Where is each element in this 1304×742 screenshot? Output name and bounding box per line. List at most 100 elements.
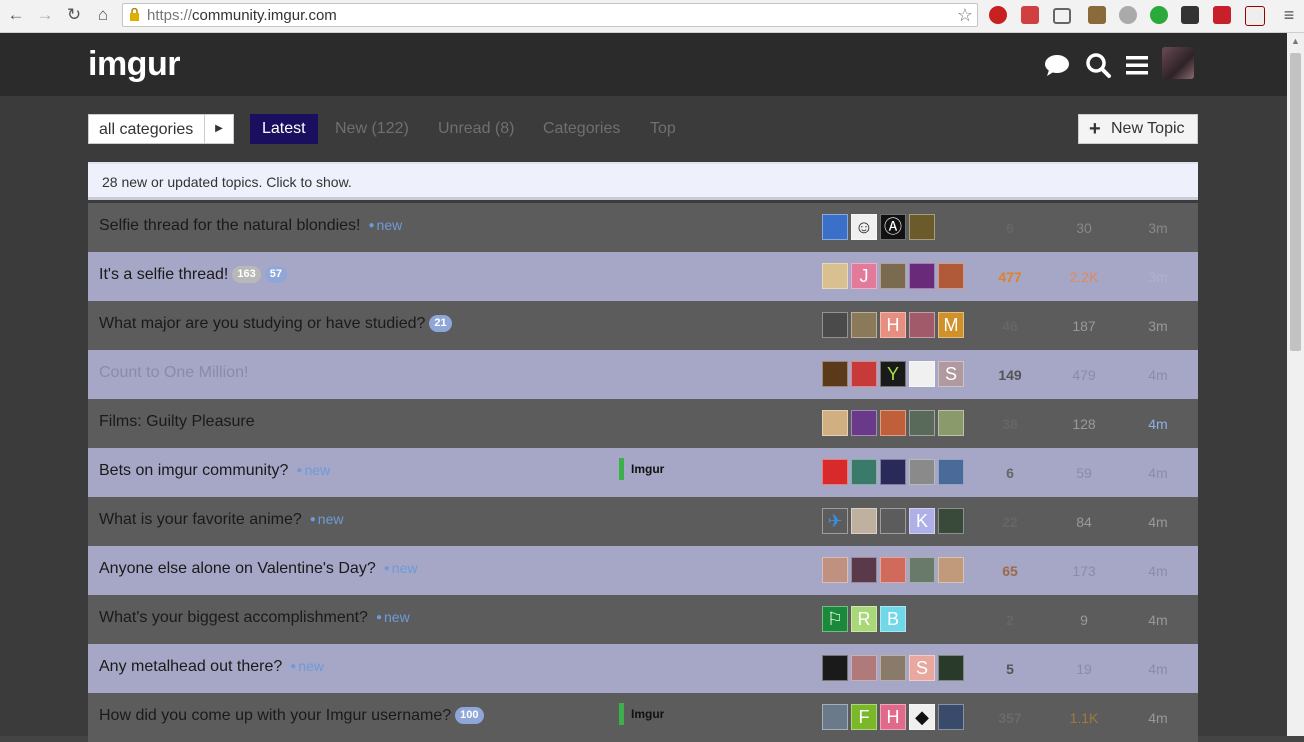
category-dropdown[interactable]: all categories ▶: [88, 114, 234, 144]
poster-avatar[interactable]: J: [851, 263, 877, 289]
scrollbar-thumb[interactable]: [1290, 53, 1301, 351]
poster-avatar[interactable]: H: [880, 312, 906, 338]
poster-avatar[interactable]: [909, 263, 935, 289]
activity-time[interactable]: 4m: [1126, 514, 1190, 530]
nav-latest[interactable]: Latest: [250, 114, 318, 144]
poster-avatar[interactable]: [851, 312, 877, 338]
topic-row[interactable]: It's a selfie thread! 163 57 J 477 2.2K 3m: [88, 252, 1198, 301]
poster-avatar[interactable]: [909, 361, 935, 387]
unread-posts-badge[interactable]: 163: [232, 266, 261, 283]
new-indicator[interactable]: ● new: [310, 511, 344, 527]
poster-avatar[interactable]: S: [938, 361, 964, 387]
poster-avatar[interactable]: [909, 459, 935, 485]
poster-avatar[interactable]: [822, 361, 848, 387]
poster-avatar[interactable]: Y: [880, 361, 906, 387]
topic-row[interactable]: What's your biggest accomplishment? ● new ⚐…: [88, 595, 1198, 644]
category-badge[interactable]: Imgur: [619, 703, 664, 725]
topic-row[interactable]: Count to One Million! Y S 149 479 4m: [88, 350, 1198, 399]
topic-row[interactable]: What is your favorite anime? ● new ✈ K 22 84 4m: [88, 497, 1198, 546]
new-posts-badge[interactable]: 100: [455, 707, 484, 724]
topic-title-link[interactable]: Selfie thread for the natural blondies!: [99, 217, 361, 234]
nav-top[interactable]: Top: [650, 114, 676, 144]
topic-row[interactable]: Any metalhead out there? ● new S 5 19 4m: [88, 644, 1198, 693]
poster-avatar[interactable]: [909, 214, 935, 240]
topic-row[interactable]: What major are you studying or have stud…: [88, 301, 1198, 350]
topic-title-link[interactable]: What is your favorite anime?: [99, 511, 302, 528]
poster-avatar[interactable]: [822, 557, 848, 583]
extension-icon[interactable]: [1150, 6, 1168, 24]
poster-avatar[interactable]: K: [909, 508, 935, 534]
poster-avatar[interactable]: [880, 508, 906, 534]
topic-title-link[interactable]: How did you come up with your Imgur user…: [99, 707, 451, 724]
chat-icon[interactable]: [1043, 51, 1071, 79]
new-topic-button[interactable]: + New Topic: [1078, 114, 1198, 144]
poster-avatar[interactable]: [880, 557, 906, 583]
topic-title-link[interactable]: Count to One Million!: [99, 364, 248, 381]
topic-row[interactable]: How did you come up with your Imgur user…: [88, 693, 1198, 742]
poster-avatar[interactable]: [822, 263, 848, 289]
topic-row[interactable]: Bets on imgur community? ● new Imgur 6 59 4m: [88, 448, 1198, 497]
extension-icon[interactable]: [1088, 6, 1106, 24]
topic-row[interactable]: Anyone else alone on Valentine's Day? ● ne…: [88, 546, 1198, 595]
topic-row[interactable]: Films: Guilty Pleasure 38 128 4m: [88, 399, 1198, 448]
chrome-menu-icon[interactable]: ≡: [1278, 4, 1300, 26]
poster-avatar[interactable]: [880, 655, 906, 681]
poster-avatar[interactable]: S: [909, 655, 935, 681]
nav-new[interactable]: New (122): [335, 114, 409, 144]
poster-avatar[interactable]: [851, 361, 877, 387]
poster-avatar[interactable]: Ⓐ: [880, 214, 906, 240]
activity-time[interactable]: 4m: [1126, 661, 1190, 677]
address-bar[interactable]: https://community.imgur.com ☆: [122, 3, 978, 27]
poster-avatar[interactable]: [851, 459, 877, 485]
activity-time[interactable]: 3m: [1126, 318, 1190, 334]
activity-time[interactable]: 4m: [1126, 416, 1190, 432]
home-icon[interactable]: ⌂: [92, 4, 114, 26]
caret-right-icon[interactable]: ▶: [204, 115, 233, 143]
poster-avatar[interactable]: [851, 410, 877, 436]
new-topics-banner[interactable]: 28 new or updated topics. Click to show.: [88, 162, 1198, 200]
poster-avatar[interactable]: [822, 312, 848, 338]
new-indicator[interactable]: ● new: [384, 560, 418, 576]
topic-row[interactable]: Selfie thread for the natural blondies! ●…: [88, 203, 1198, 252]
topic-title-link[interactable]: It's a selfie thread!: [99, 266, 228, 283]
topic-title-link[interactable]: Films: Guilty Pleasure: [99, 413, 255, 430]
poster-avatar[interactable]: [909, 410, 935, 436]
poster-avatar[interactable]: [909, 557, 935, 583]
poster-avatar[interactable]: ✈: [822, 508, 848, 534]
activity-time[interactable]: 4m: [1126, 612, 1190, 628]
adblock-extension-icon[interactable]: [989, 6, 1007, 24]
hamburger-menu-icon[interactable]: [1123, 51, 1151, 79]
poster-avatar[interactable]: [938, 410, 964, 436]
poster-avatar[interactable]: R: [851, 606, 877, 632]
poster-avatar[interactable]: [909, 312, 935, 338]
nav-unread[interactable]: Unread (8): [438, 114, 514, 144]
poster-avatar[interactable]: [938, 508, 964, 534]
nav-categories[interactable]: Categories: [543, 114, 620, 144]
activity-time[interactable]: 3m: [1126, 220, 1190, 236]
poster-avatar[interactable]: [822, 214, 848, 240]
activity-time[interactable]: 3m: [1126, 269, 1190, 285]
extension-icon[interactable]: [1245, 6, 1265, 26]
new-indicator[interactable]: ● new: [369, 217, 403, 233]
poster-avatar[interactable]: [938, 704, 964, 730]
translate-extension-icon[interactable]: [1021, 6, 1039, 24]
category-badge[interactable]: Imgur: [619, 458, 664, 480]
new-indicator[interactable]: ● new: [376, 609, 410, 625]
topic-title-link[interactable]: Any metalhead out there?: [99, 658, 282, 675]
poster-avatar[interactable]: ☺: [851, 214, 877, 240]
topic-title-link[interactable]: Anyone else alone on Valentine's Day?: [99, 560, 376, 577]
poster-avatar[interactable]: [822, 704, 848, 730]
new-indicator[interactable]: ● new: [290, 658, 324, 674]
new-posts-badge[interactable]: 57: [264, 266, 287, 283]
poster-avatar[interactable]: [851, 655, 877, 681]
activity-time[interactable]: 4m: [1126, 710, 1190, 726]
poster-avatar[interactable]: ⚐: [822, 606, 848, 632]
activity-time[interactable]: 4m: [1126, 563, 1190, 579]
poster-avatar[interactable]: [938, 557, 964, 583]
poster-avatar[interactable]: [880, 459, 906, 485]
topic-title-link[interactable]: What major are you studying or have stud…: [99, 315, 425, 332]
poster-avatar[interactable]: [880, 263, 906, 289]
new-posts-badge[interactable]: 21: [429, 315, 452, 332]
forward-icon[interactable]: →: [34, 4, 56, 26]
poster-avatar[interactable]: [880, 410, 906, 436]
